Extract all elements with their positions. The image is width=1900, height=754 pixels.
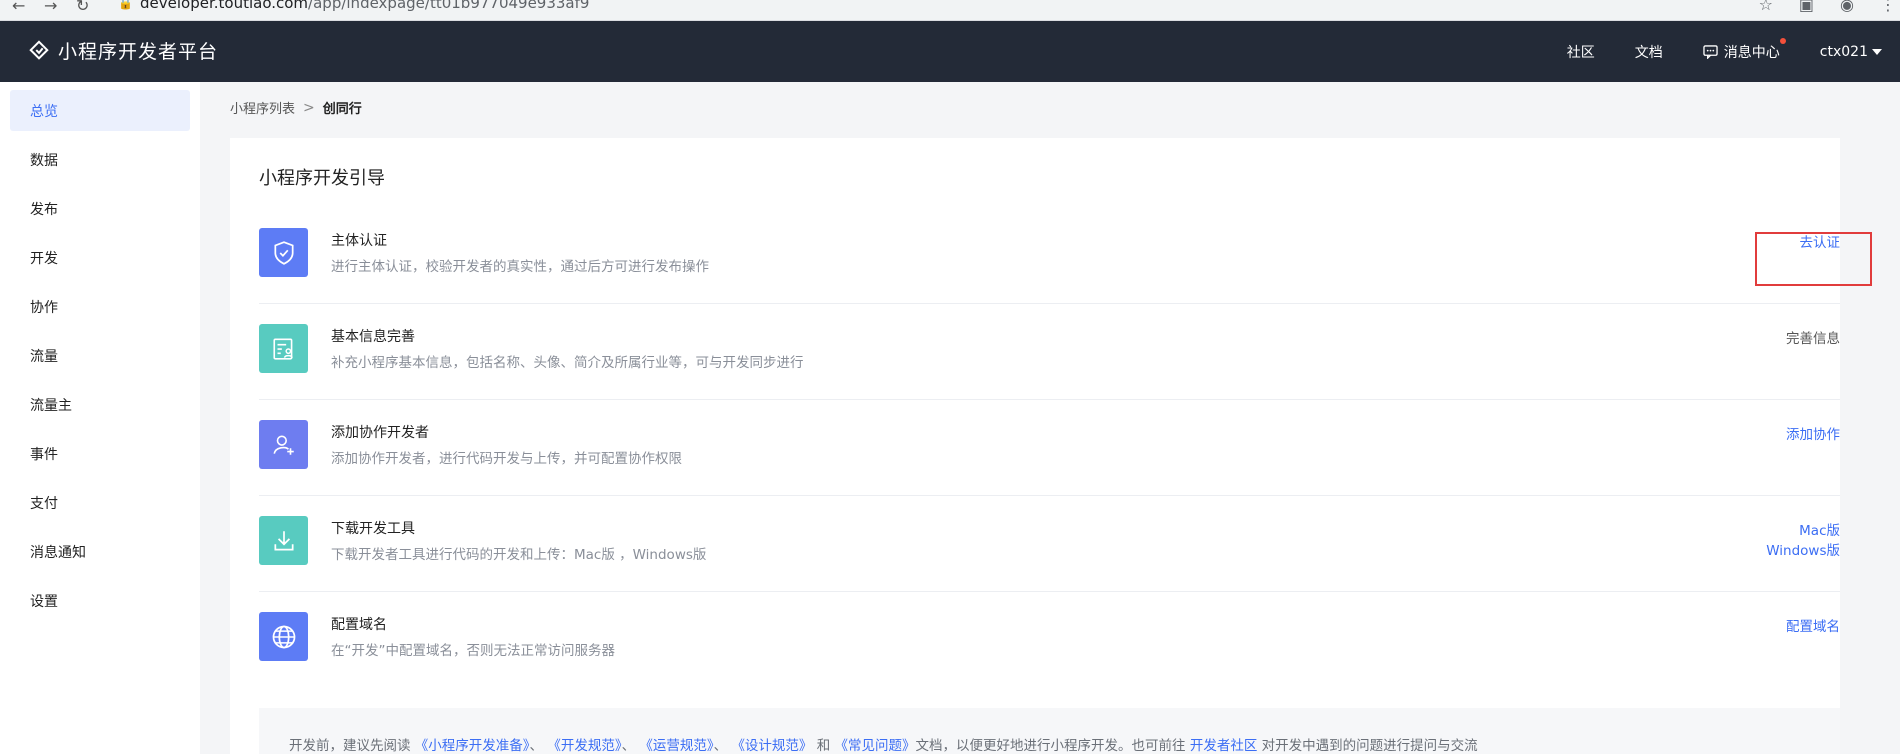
developer-community-link[interactable]: 开发者社区	[1190, 738, 1258, 754]
logo-icon	[29, 39, 49, 60]
step-description: 添加协作开发者，进行代码开发与上传，并可配置协作权限	[331, 451, 682, 467]
profile-icon[interactable]: ◉	[1840, 0, 1854, 14]
more-icon[interactable]: ⋮	[1880, 0, 1896, 14]
forward-icon[interactable]: →	[44, 0, 57, 15]
tips-prefix: 开发前，建议先阅读	[289, 738, 411, 754]
complete-info-link[interactable]: 完善信息	[1786, 329, 1840, 349]
url-host: developer.toutiao.com	[140, 0, 309, 12]
tips-and: 和	[816, 738, 831, 754]
guide-step-verification: 主体认证 进行主体认证，校验开发者的真实性，通过后方可进行发布操作 去认证	[259, 208, 1840, 304]
download-icon	[259, 516, 308, 565]
user-menu[interactable]: ctx021	[1820, 44, 1882, 60]
configure-domain-link[interactable]: 配置域名	[1786, 617, 1840, 637]
address-bar[interactable]: developer.toutiao.com/app/indexpage/tt01…	[140, 0, 589, 12]
breadcrumb-separator-icon: >	[303, 99, 315, 116]
caret-down-icon	[1872, 48, 1882, 55]
shield-check-icon	[259, 228, 308, 277]
brand-logo[interactable]: 小程序开发者平台	[28, 37, 218, 64]
download-mac-link[interactable]: Mac版	[1766, 521, 1840, 541]
step-description: 下载开发者工具进行代码的开发和上传：Mac版 ，Windows版	[331, 547, 707, 563]
back-icon[interactable]: ←	[12, 0, 25, 15]
breadcrumb-current: 创同行	[322, 102, 362, 117]
nav-messages[interactable]: 消息中心	[1703, 37, 1786, 62]
guide-step-basic-info: 基本信息完善 补充小程序基本信息，包括名称、头像、简介及所属行业等，可与开发同步…	[259, 304, 1840, 400]
tips-separator: 、	[713, 738, 728, 754]
nav-docs[interactable]: 文档	[1635, 42, 1663, 62]
doc-link-design-spec[interactable]: 《设计规范》	[731, 738, 812, 754]
step-title: 下载开发工具	[331, 521, 415, 537]
reload-icon[interactable]: ↻	[76, 0, 89, 15]
sidebar-item-data[interactable]: 数据	[10, 139, 190, 180]
download-links: Mac版 Windows版	[1766, 521, 1840, 561]
top-navbar: 小程序开发者平台 社区 文档 消息中心 ctx021	[0, 21, 1900, 82]
download-windows-link[interactable]: Windows版	[1766, 541, 1840, 561]
doc-link-dev-spec[interactable]: 《开发规范》	[547, 738, 621, 754]
guide-step-domain: 配置域名 在“开发”中配置域名，否则无法正常访问服务器 配置域名	[259, 592, 1840, 688]
guide-card: 小程序开发引导 主体认证 进行主体认证，校验开发者的真实性，通过后方可进行发布操…	[230, 138, 1840, 754]
tips-separator: 、	[621, 738, 636, 754]
nav-messages-label: 消息中心	[1723, 44, 1780, 61]
step-title: 主体认证	[331, 233, 387, 249]
add-collaborator-link[interactable]: 添加协作	[1786, 425, 1840, 445]
step-title: 基本信息完善	[331, 329, 415, 345]
highlight-box	[1755, 232, 1872, 286]
tips-separator: 、	[529, 738, 544, 754]
doc-link-faq[interactable]: 《常见问题》	[835, 738, 916, 754]
guide-step-collaborators: 添加协作开发者 添加协作开发者，进行代码开发与上传，并可配置协作权限 添加协作	[259, 400, 1840, 496]
guide-step-download-tools: 下载开发工具 下载开发者工具进行代码的开发和上传：Mac版 ，Windows版 …	[259, 496, 1840, 592]
browser-toolbar: ← → ↻ 🔒 developer.toutiao.com/app/indexp…	[0, 0, 1900, 21]
step-title: 配置域名	[331, 617, 387, 633]
sidebar: 总览 数据 发布 开发 协作 流量 流量主 事件 支付 消息通知 设置	[0, 82, 200, 754]
step-title: 添加协作开发者	[331, 425, 429, 441]
step-description: 在“开发”中配置域名，否则无法正常访问服务器	[331, 643, 615, 659]
brand-name: 小程序开发者平台	[58, 41, 219, 63]
sidebar-item-publish[interactable]: 发布	[10, 188, 190, 229]
tips-panel: 开发前，建议先阅读 《小程序开发准备》、 《开发规范》、 《运营规范》、 《设计…	[259, 708, 1840, 754]
breadcrumb-root[interactable]: 小程序列表	[230, 98, 295, 117]
extension-icon[interactable]: ▣	[1799, 0, 1814, 14]
globe-icon	[259, 612, 308, 661]
sidebar-item-settings[interactable]: 设置	[10, 580, 190, 621]
sidebar-item-collaborate[interactable]: 协作	[10, 286, 190, 327]
sidebar-item-overview[interactable]: 总览	[10, 90, 190, 131]
profile-card-icon	[259, 324, 308, 373]
lock-icon[interactable]: 🔒	[118, 0, 133, 10]
sidebar-item-traffic[interactable]: 流量	[10, 335, 190, 376]
sidebar-item-events[interactable]: 事件	[10, 433, 190, 474]
sidebar-item-payment[interactable]: 支付	[10, 482, 190, 523]
star-icon[interactable]: ☆	[1759, 0, 1773, 14]
message-icon	[1703, 44, 1718, 59]
nav-community[interactable]: 社区	[1567, 42, 1595, 62]
url-path: /app/indexpage/tt01b977049e933af9	[308, 0, 590, 12]
add-user-icon	[259, 420, 308, 469]
step-description: 补充小程序基本信息，包括名称、头像、简介及所属行业等，可与开发同步进行	[331, 355, 804, 371]
username: ctx021	[1819, 43, 1868, 60]
tips-middle: 文档，以便更好地进行小程序开发。也可前往	[915, 738, 1186, 754]
doc-link-ops-spec[interactable]: 《运营规范》	[639, 738, 713, 754]
step-description: 进行主体认证，校验开发者的真实性，通过后方可进行发布操作	[331, 259, 709, 275]
unread-dot	[1779, 37, 1786, 44]
guide-title: 小程序开发引导	[259, 168, 385, 189]
sidebar-item-notifications[interactable]: 消息通知	[10, 531, 190, 572]
sidebar-item-traffic-owner[interactable]: 流量主	[10, 384, 190, 425]
breadcrumb: 小程序列表 > 创同行	[230, 98, 362, 118]
sidebar-item-develop[interactable]: 开发	[10, 237, 190, 278]
doc-link-prep[interactable]: 《小程序开发准备》	[415, 738, 530, 754]
tips-suffix: 对开发中遇到的问题进行提问与交流	[1261, 738, 1478, 754]
